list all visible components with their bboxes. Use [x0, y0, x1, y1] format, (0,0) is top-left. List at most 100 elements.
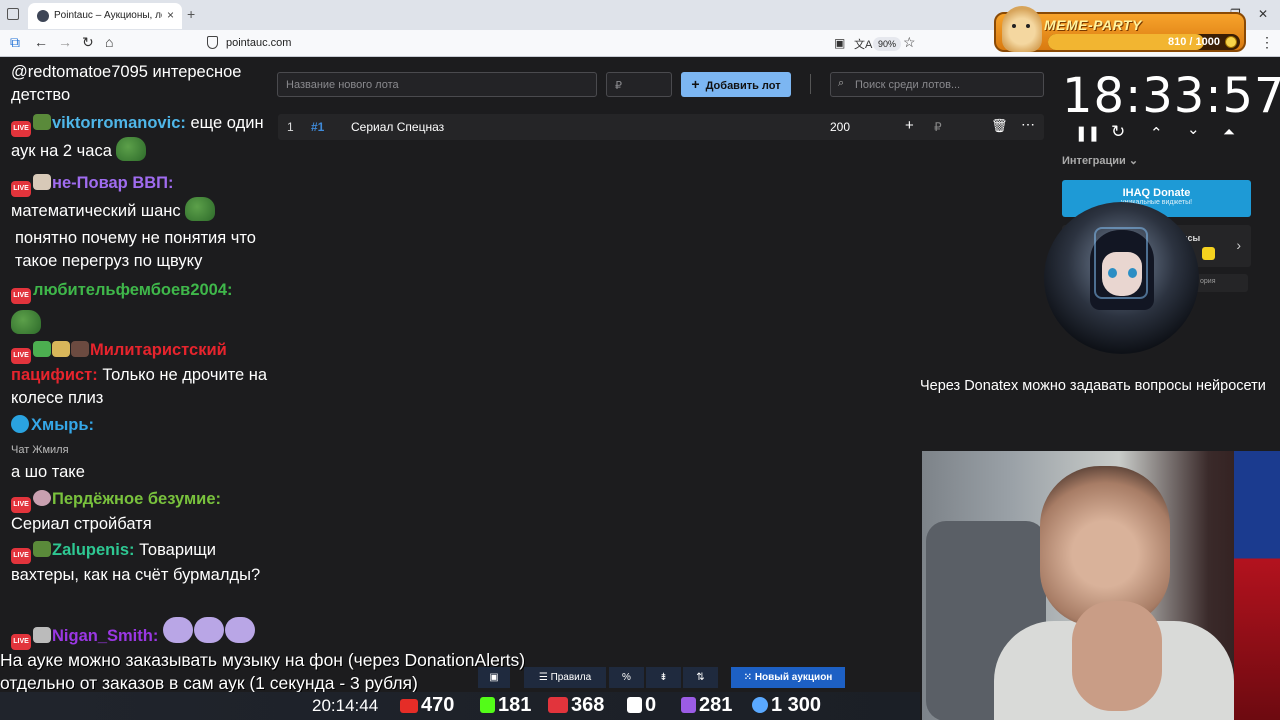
new-lot-input[interactable]: Название нового лота	[277, 72, 597, 97]
percent-icon[interactable]: %	[609, 667, 644, 688]
ihaq-subtitle: уникальные виджеты!	[1120, 199, 1193, 206]
trash-icon[interactable]: 🗑	[991, 118, 1008, 134]
auction-timer: 18:33:57	[1062, 68, 1280, 124]
url-field[interactable]: pointauc.com	[226, 37, 291, 49]
frog-emote-icon	[33, 541, 51, 557]
new-auction-icon: ⁙	[743, 672, 755, 683]
frog-emote-icon	[185, 197, 216, 221]
phone-frame	[1094, 227, 1148, 299]
chevron-down-icon[interactable]: ⌄	[1187, 120, 1200, 138]
chevron-right-icon: ›	[1236, 237, 1241, 253]
chef-emote-icon	[33, 174, 51, 190]
reload-icon[interactable]: ↻	[82, 34, 94, 51]
meme-party-title: MEME-PARTY	[1044, 17, 1142, 33]
zoom-level[interactable]: 90%	[873, 37, 902, 51]
lot-amount[interactable]: 200	[830, 120, 850, 134]
add-lot-label: Добавить лот	[705, 80, 781, 92]
tab-title: Pointauc – Аукционы, лотереи	[54, 10, 162, 21]
music-overlay-line2: отдельно от заказов в сам аук (1 секунда…	[0, 672, 418, 693]
split-icon[interactable]: ⇟	[646, 667, 681, 688]
close-tab-icon[interactable]: ×	[167, 8, 174, 22]
integration-history-label: ория	[1200, 278, 1216, 285]
bookmark-star-icon[interactable]: ☆	[903, 34, 916, 51]
rules-label: Правила	[550, 672, 592, 683]
translate-icon[interactable]: 文A	[854, 36, 872, 52]
avatar-emote-icon	[33, 627, 51, 643]
new-auction-button[interactable]: ⁙ Новый аукцион	[731, 667, 845, 688]
live-badge-icon: LIVE	[11, 548, 31, 564]
search-placeholder: Поиск среди лотов...	[855, 79, 961, 91]
integrations-label: Интеграции	[1062, 155, 1126, 167]
reader-view-icon[interactable]: ▣	[834, 36, 845, 50]
back-icon[interactable]: ←	[34, 34, 48, 50]
lot-amount-input[interactable]: ₽	[606, 72, 672, 97]
chat-panel: @redtomatoe7095 интересное детство LIVE v…	[0, 57, 270, 657]
telegram-icon	[11, 415, 29, 433]
music-overlay-text: На ауке можно заказывать музыку на фон (…	[0, 649, 525, 694]
search-input[interactable]: ⌕ Поиск среди лотов...	[830, 72, 1044, 97]
chat-message: понятно почему не понятия что такое пере…	[15, 227, 269, 272]
ihaq-title: IHAQ Donate	[1122, 187, 1191, 199]
chat-nick: Zalupenis:	[52, 541, 135, 559]
menu-icon[interactable]: ⋮	[1260, 34, 1274, 51]
close-window-icon[interactable]: ✕	[1258, 7, 1268, 21]
sort-icon[interactable]: ⇅	[683, 667, 718, 688]
restart-icon[interactable]: ↻	[1111, 122, 1125, 142]
browser-tab[interactable]: Pointauc – Аукционы, лотереи ×	[28, 3, 182, 29]
coin-icon	[1225, 36, 1237, 48]
site-info-icon[interactable]	[207, 36, 218, 49]
sidebar-toggle-icon[interactable]	[7, 8, 19, 20]
chat-message-text: математический шанс	[11, 202, 181, 220]
trophy-emote-icon	[52, 341, 70, 357]
music-overlay-line1: На ауке можно заказывать музыку на фон (…	[0, 650, 526, 670]
extension-icon[interactable]: ⧉	[10, 34, 20, 51]
chat-nick: любительфембоев2004:	[33, 281, 233, 299]
vk-count: 368	[571, 694, 605, 716]
new-tab-icon[interactable]: +	[187, 6, 195, 22]
rules-button[interactable]: ☰ Правила	[524, 667, 606, 688]
rutube-icon	[627, 697, 642, 713]
platform-icon	[681, 697, 696, 713]
pause-icon[interactable]: ❚❚	[1075, 124, 1100, 142]
frog-emote-icon	[33, 114, 51, 130]
lot-name[interactable]: Сериал Спецназ	[351, 120, 444, 134]
kick-count: 181	[498, 694, 532, 716]
chat-nick: Хмырь:	[31, 416, 95, 434]
chevron-up-icon[interactable]: ⌃	[1150, 124, 1163, 142]
chat-source: Чат Жмиля	[11, 443, 69, 456]
viewers-count: 1 300	[771, 694, 822, 716]
live-badge-icon: LIVE	[11, 288, 31, 304]
forward-icon[interactable]: →	[58, 34, 72, 50]
pepe-emote-icon	[162, 617, 193, 643]
lot-row: 1 #1 Сериал Спецназ 200 + ₽ 🗑 ⋯	[278, 114, 1044, 140]
chat-message-text: понятно почему не понятия что такое пере…	[15, 229, 256, 270]
chat-message: LIVE Пердёжное безумие: Сериал стройбатя	[11, 488, 269, 536]
integrations-toggle[interactable]: Интеграции ⌄	[1062, 154, 1138, 167]
meme-party-counter: 810 / 1000	[1168, 36, 1220, 48]
lot-currency[interactable]: ₽	[934, 120, 942, 134]
check-emote-icon	[33, 341, 51, 357]
chat-message: LIVE Zalupenis: Товарищи вахтеры, как на …	[11, 539, 269, 587]
flag	[1234, 451, 1280, 720]
add-lot-button[interactable]: + Добавить лот	[681, 72, 791, 97]
kick-icon	[480, 697, 495, 713]
plus-icon: +	[691, 76, 700, 92]
divider	[810, 74, 811, 94]
chat-message: LIVE viktorromanovic: еще один аук на 2 ч…	[11, 112, 269, 163]
youtube-icon	[400, 699, 418, 713]
live-badge-icon: LIVE	[11, 634, 31, 650]
home-icon[interactable]: ⌂	[105, 34, 113, 50]
frog-emote-icon	[11, 310, 41, 334]
webcam-feed	[922, 451, 1280, 720]
add-amount-icon[interactable]: +	[905, 117, 914, 134]
chat-nick: не-Повар ВВП:	[52, 174, 174, 192]
skull-emote-icon	[33, 490, 51, 506]
integration-logo-icon	[1202, 247, 1215, 260]
youtube-count: 470	[421, 694, 455, 716]
favicon-icon	[37, 10, 49, 22]
live-badge-icon: LIVE	[11, 348, 31, 364]
rules-icon: ☰	[538, 672, 551, 683]
chat-message: LIVE не-Повар ВВП: математический шанс	[11, 172, 269, 223]
collapse-icon[interactable]: ⏶	[1223, 124, 1235, 141]
more-icon[interactable]: ⋯	[1021, 116, 1035, 133]
